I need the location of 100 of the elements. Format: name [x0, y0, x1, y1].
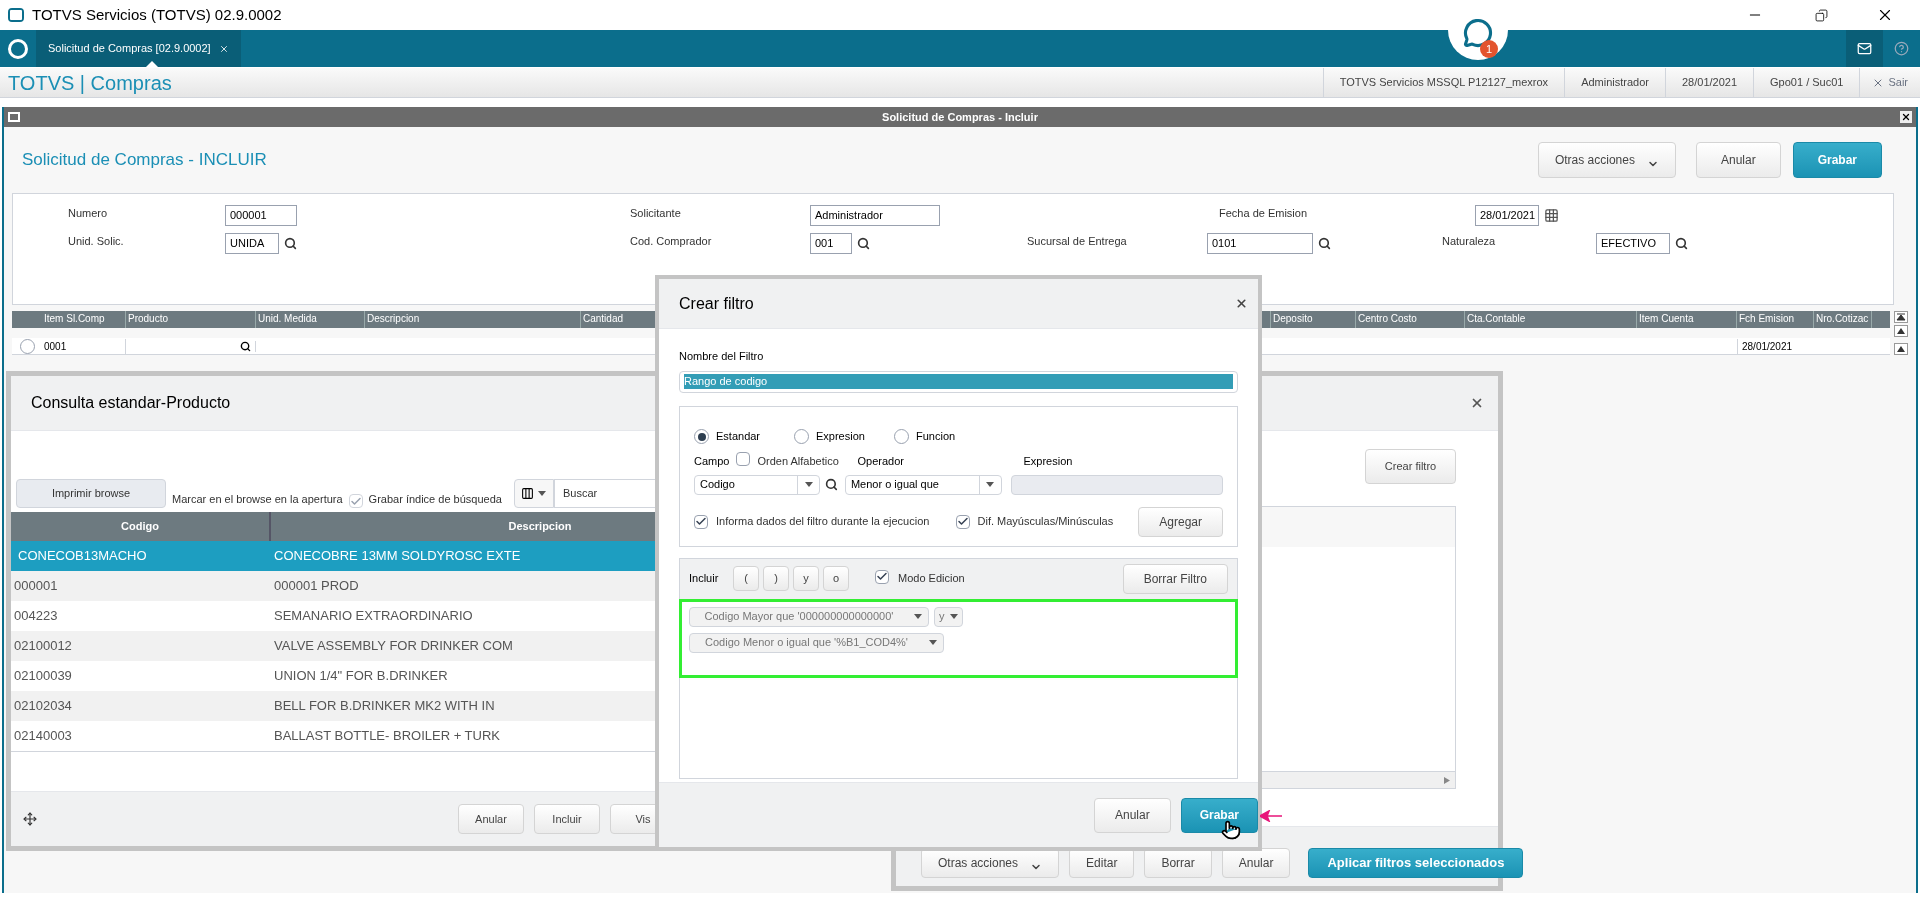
column-header[interactable]: Item Cuenta [1637, 311, 1737, 328]
close-icon[interactable] [1900, 111, 1912, 123]
column-header[interactable]: Fch Emision [1737, 311, 1814, 328]
dropdown[interactable]: Menor o igual que [844, 474, 1002, 495]
caret-icon[interactable] [929, 639, 937, 646]
mail-icon[interactable] [1846, 30, 1883, 67]
caret-icon[interactable] [950, 613, 958, 620]
column-header[interactable]: Nro.Cotizac [1814, 311, 1872, 328]
dropdown[interactable]: Codigo [694, 474, 820, 495]
button[interactable]: Anular [1221, 848, 1291, 878]
radio-button[interactable] [794, 429, 809, 444]
search-icon[interactable] [1675, 236, 1688, 250]
button[interactable]: Borrar Filtro [1122, 563, 1228, 594]
columns-icon [521, 487, 535, 500]
button[interactable]: Crear filtro [1365, 449, 1456, 484]
button[interactable]: Incluir [534, 804, 600, 834]
table-cell-text: UNION 1/4" FOR B.DRINKER [273, 667, 448, 686]
selected-text: Rango de codigo [684, 374, 1233, 389]
search-icon[interactable] [284, 236, 297, 250]
caret-icon[interactable] [538, 490, 547, 497]
button[interactable]: Agregar [1138, 506, 1223, 537]
column-header[interactable]: Cta.Contable [1465, 311, 1637, 328]
button[interactable]: o [823, 566, 849, 591]
table-cell-text: 000001 [13, 577, 59, 596]
table-cell-text: 02100012 [13, 637, 73, 656]
app-icon [8, 8, 24, 22]
radio-button[interactable] [19, 338, 35, 354]
field-label: Cod. Comprador [630, 233, 713, 249]
button[interactable]: y [793, 566, 819, 591]
calendar-icon[interactable] [1544, 207, 1559, 223]
button[interactable]: Anular [1695, 142, 1781, 178]
session-info: Gpo01 / Suc01 [1753, 67, 1860, 98]
column-header[interactable]: Item Sl.Comp [42, 311, 126, 328]
input-field[interactable]: 28/01/2021 [1475, 204, 1539, 226]
caret-icon[interactable] [914, 613, 922, 620]
session-info: Administrador [1564, 67, 1665, 98]
scroll-top-icon[interactable] [1894, 311, 1908, 323]
caret-icon[interactable] [986, 481, 995, 488]
button[interactable]: ( [733, 566, 759, 591]
input-field[interactable] [1010, 474, 1223, 495]
column-header[interactable]: Deposito [1271, 311, 1356, 328]
table-cell: 0001 [42, 338, 126, 354]
scroll-up-icon[interactable] [1894, 343, 1908, 355]
dropdown-button[interactable]: Otras acciones [1537, 142, 1676, 178]
checkbox[interactable] [955, 514, 970, 529]
condition-dropdown[interactable]: Codigo Mayor que '000000000000000' [689, 606, 929, 627]
field-label: Solicitante [630, 205, 682, 221]
field-label: Numero [68, 205, 109, 221]
arrow-right-icon[interactable] [1443, 776, 1451, 784]
close-icon[interactable] [1235, 297, 1248, 310]
scroll-up-icon[interactable] [1894, 325, 1908, 337]
button[interactable]: Anular [458, 804, 524, 834]
condition-dropdown[interactable]: Codigo Menor o igual que '%B1_COD4%' [689, 632, 944, 653]
field-label: Nombre del Filtro [679, 349, 765, 364]
radio-button[interactable] [694, 429, 709, 444]
input-field[interactable]: UNIDA [225, 232, 279, 254]
search-icon[interactable] [1318, 236, 1331, 250]
column-header[interactable]: Centro Costo [1356, 311, 1465, 328]
table-cell-text: VALVE ASSEMBLY FOR DRINKER COM [273, 637, 513, 656]
checkbox[interactable] [736, 452, 751, 467]
search-icon[interactable] [240, 340, 251, 352]
close-icon[interactable] [1470, 396, 1484, 410]
column-picker-button[interactable] [513, 479, 554, 508]
checkbox[interactable] [348, 494, 363, 508]
exit-link[interactable]: Sair [1859, 67, 1920, 98]
search-icon[interactable] [825, 478, 838, 491]
input-field[interactable]: 001 [810, 232, 852, 254]
field-label: Naturaleza [1442, 233, 1497, 249]
radio-button[interactable] [894, 429, 909, 444]
button[interactable]: Imprimir browse [16, 479, 166, 508]
input-field[interactable]: EFECTIVO [1596, 232, 1670, 254]
table-cell: 28/01/2021 [1737, 338, 1817, 354]
button[interactable]: ) [763, 566, 789, 591]
tab[interactable]: Solicitud de Compras [02.9.0002] [36, 30, 241, 67]
column-header[interactable]: Unid. Medida [256, 311, 365, 328]
move-icon[interactable] [23, 812, 37, 826]
checkbox[interactable] [875, 569, 889, 584]
search-icon[interactable] [857, 236, 870, 250]
field-label: Operador [857, 454, 905, 470]
logo-icon [8, 38, 28, 59]
input-field[interactable]: 000001 [225, 204, 297, 226]
window-title: TOTVS Servicios (TOTVS) 02.9.0002 [32, 4, 282, 25]
session-info: TOTVS Servicios MSSQL P12127_mexrox [1322, 67, 1565, 98]
connector-dropdown[interactable]: y [934, 606, 963, 627]
caret-icon[interactable] [804, 481, 813, 488]
dialog-title: Consulta estandar-Producto [31, 393, 231, 413]
checkbox[interactable] [694, 514, 708, 529]
table-cell-text: BALLAST BOTTLE- BROILER + TURK [273, 727, 500, 746]
restore-icon[interactable] [1815, 8, 1828, 22]
checkbox-label: Orden Alfabetico [757, 454, 840, 470]
button[interactable]: Anular [1093, 797, 1171, 833]
input-field[interactable]: Administrador [810, 204, 940, 226]
window-title: Solicitud de Compras - Incluir [881, 109, 1039, 125]
field-label: Sucursal de Entrega [1027, 233, 1128, 249]
field-label: Fecha de Emision [1219, 205, 1309, 221]
input-field[interactable]: 0101 [1207, 232, 1313, 254]
column-header[interactable]: Descripcion [365, 311, 581, 328]
field-label: Unid. Solic. [68, 233, 125, 249]
field-label: Incluir [689, 571, 720, 587]
column-header[interactable]: Producto [126, 311, 256, 328]
